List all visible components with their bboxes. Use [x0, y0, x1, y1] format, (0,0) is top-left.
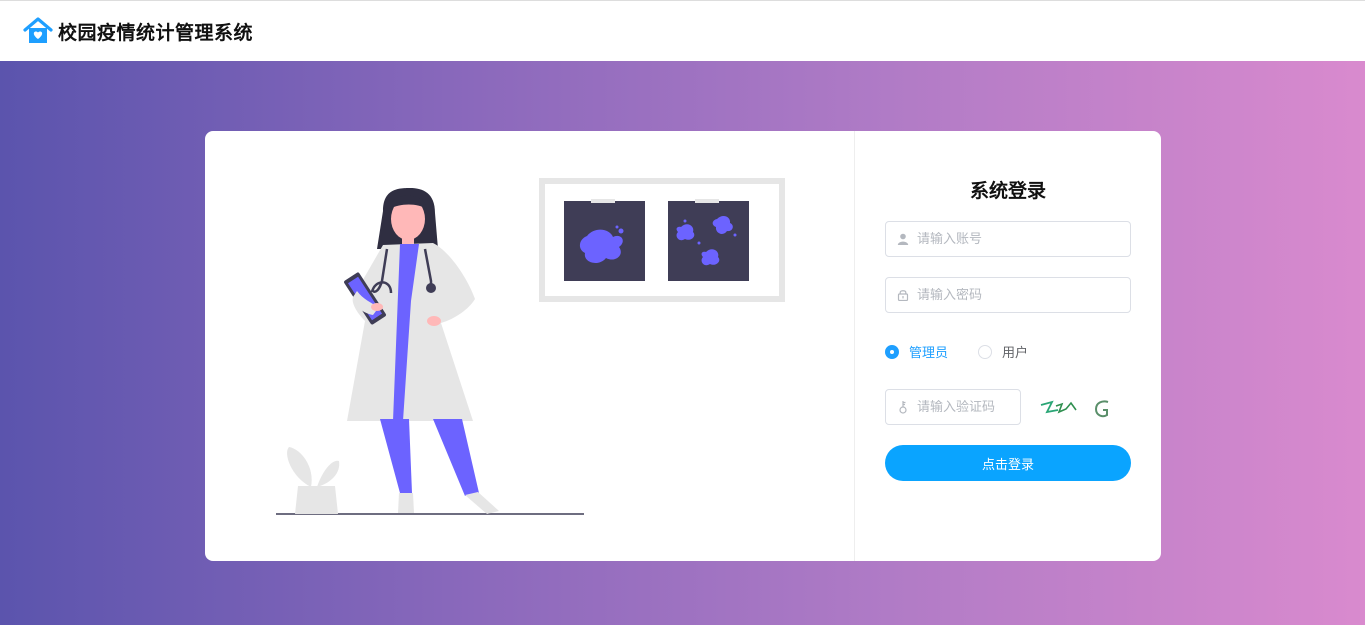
account-field[interactable]: [885, 221, 1131, 257]
captcha-field[interactable]: [885, 389, 1021, 425]
captcha-input[interactable]: [917, 399, 1017, 415]
login-title: 系统登录: [969, 180, 1046, 202]
lock-icon: [896, 288, 910, 302]
app-title: 校园疫情统计管理系统: [58, 21, 254, 44]
doctor-illustration: [276, 178, 785, 515]
account-input[interactable]: [917, 231, 1107, 247]
login-button[interactable]: 点击登录: [885, 445, 1131, 481]
card-divider: [854, 131, 855, 561]
password-input[interactable]: [917, 287, 1107, 303]
key-icon: [896, 400, 910, 414]
top-header: 校园疫情统计管理系统: [0, 0, 1365, 61]
home-heart-icon: [22, 15, 54, 47]
role-label-user: 用户: [1002, 346, 1029, 361]
password-field[interactable]: [885, 277, 1131, 313]
role-label-admin: 管理员: [909, 346, 949, 361]
role-radio-group: 管理员 用户: [885, 342, 1058, 361]
login-card: 系统登录 管理员 用户: [205, 131, 1161, 561]
radio-selected-icon: [885, 344, 899, 359]
captcha-image[interactable]: [1038, 393, 1118, 423]
role-radio-user[interactable]: 用户: [978, 342, 1028, 361]
radio-unselected-icon: [978, 344, 993, 359]
user-icon: [896, 232, 910, 246]
role-radio-admin[interactable]: 管理员: [885, 342, 948, 361]
